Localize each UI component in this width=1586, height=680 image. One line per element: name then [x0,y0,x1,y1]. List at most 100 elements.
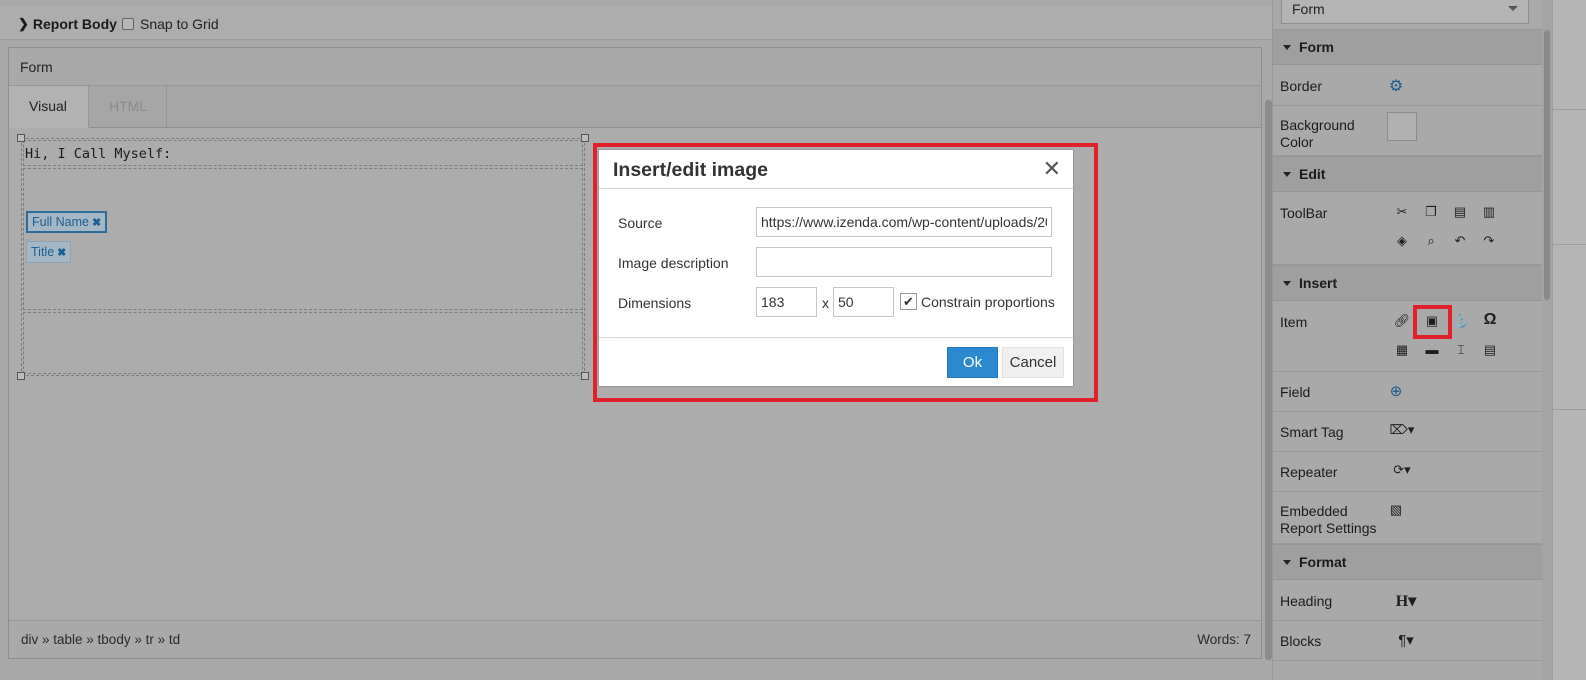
side-tab[interactable] [1553,245,1586,410]
field-chip-label: Title [31,245,55,259]
prop-label: Repeater [1280,464,1338,480]
resize-handle[interactable] [17,134,25,142]
omega-icon[interactable]: Ω [1481,311,1499,329]
element-select[interactable]: Form [1281,0,1529,24]
prop-label: Field [1280,384,1311,400]
section-insert[interactable]: Insert [1273,265,1543,301]
editor-tabs: Visual HTML [9,86,1261,128]
source-input[interactable] [756,207,1052,237]
embed-report-icon[interactable]: ▧ [1387,502,1405,518]
section-edit[interactable]: Edit [1273,156,1543,192]
constrain-proportions-label: Constrain proportions [921,293,1055,310]
section-title: Form [1299,39,1334,55]
prop-label: Heading [1280,593,1333,609]
repeat-dropdown-icon[interactable]: ⟳▾ [1387,462,1417,478]
snap-to-grid-label: Snap to Grid [140,16,219,32]
height-input[interactable] [833,287,894,317]
remove-icon[interactable]: ✖ [57,246,66,259]
image-description-input[interactable] [756,247,1052,277]
gear-icon[interactable]: ⚙ [1387,76,1405,96]
side-tab-strip [1552,0,1586,680]
collapse-triangle-icon [1283,280,1291,286]
tag-dropdown-icon[interactable]: ⌦▾ [1387,422,1417,438]
collapse-triangle-icon [1283,559,1291,565]
prop-repeater: Repeater ⟳▾ [1273,452,1543,492]
field-chip-full-name[interactable]: Full Name ✖ [26,211,108,233]
prop-label: ToolBar [1280,205,1328,221]
calendar-icon[interactable]: ▦ [1393,342,1411,358]
panel-scrollbar-thumb[interactable] [1544,30,1550,300]
horizontal-line-icon[interactable]: ▬ [1423,342,1441,357]
workspace-scrollbar[interactable] [1265,100,1272,660]
prop-heading: Heading H▾ [1273,581,1543,621]
prop-background-color: Background Color [1273,106,1543,156]
greeting-text: Hi, I Call Myself: [25,146,172,162]
heading-dropdown-icon[interactable]: H▾ [1391,591,1421,611]
scissors-icon[interactable]: ✂ [1393,204,1411,220]
copy-icon[interactable]: ❐ [1422,204,1440,220]
close-icon[interactable]: ✕ [1043,158,1061,180]
report-body-header: ❯ Report Body Snap to Grid [0,6,1272,40]
field-chip-label: Full Name [32,215,89,229]
element-select-value: Form [1292,1,1325,17]
collapse-triangle-icon [1283,44,1291,50]
editor-status-bar: div » table » tbody » tr » td Words: 7 [9,620,1261,658]
image-button-highlight-box [1413,305,1452,339]
prop-label: Blocks [1280,633,1322,649]
selected-table[interactable] [17,134,589,380]
divider [599,188,1073,189]
prop-field: Field ⊕ [1273,372,1543,412]
paragraph-dropdown-icon[interactable]: ¶▾ [1391,631,1421,649]
anchor-icon[interactable]: ⚓ [1452,313,1470,329]
editor-title: Form [9,48,1261,86]
prop-label: Smart Tag [1280,424,1344,440]
cancel-button[interactable]: Cancel [1002,347,1064,378]
section-form[interactable]: Form [1273,29,1543,65]
word-count: Words: 7 [1197,632,1251,647]
report-body-toggle[interactable]: ❯ Report Body [18,16,117,32]
ok-button[interactable]: Ok [947,347,998,378]
table-cell[interactable] [23,168,583,310]
element-path[interactable]: div » table » tbody » tr » td [21,632,180,647]
copy-formatted-icon[interactable]: ▤ [1451,204,1469,220]
collapse-triangle-icon [1283,171,1291,177]
redo-icon[interactable]: ↷ [1480,233,1498,249]
dimension-separator: x [822,295,829,311]
template-icon[interactable]: ▤ [1481,342,1499,358]
snap-to-grid-checkbox[interactable] [122,18,134,30]
undo-icon[interactable]: ↶ [1451,233,1469,249]
snap-to-grid-toggle[interactable]: Snap to Grid [122,16,219,32]
prop-label: Item [1280,314,1308,330]
side-tab[interactable] [1553,0,1586,110]
field-chip-title[interactable]: Title ✖ [26,241,72,263]
prop-label: Embedded Report Settings [1280,503,1377,536]
plus-circle-icon[interactable]: ⊕ [1387,382,1405,400]
prop-border: Border ⚙ [1273,66,1543,106]
dialog-title: Insert/edit image [613,159,768,181]
remove-icon[interactable]: ✖ [92,216,101,229]
link-icon[interactable]: 🔗︎ [1393,313,1411,329]
section-format[interactable]: Format [1273,544,1543,580]
chevron-down-icon: ❯ [18,16,29,31]
page-break-icon[interactable]: ⌶ [1452,342,1470,358]
paste-icon[interactable]: ▥ [1480,204,1498,220]
checkmark-icon[interactable]: ✔ [900,293,917,310]
section-title: Edit [1299,166,1326,182]
resize-handle[interactable] [17,372,25,380]
color-swatch[interactable] [1387,112,1417,141]
source-label: Source [618,215,663,231]
prop-embedded-report: Embedded Report Settings ▧ [1273,492,1543,544]
table-cell[interactable] [23,312,583,374]
constrain-proportions-toggle[interactable]: ✔ Constrain proportions [900,293,1055,310]
layers-icon[interactable]: ◈ [1393,233,1411,249]
prop-label: Border [1280,78,1323,94]
width-input[interactable] [756,287,817,317]
divider [599,337,1073,338]
find-icon[interactable]: ⌕ [1422,233,1440,249]
tab-html[interactable]: HTML [89,86,167,128]
side-tab[interactable] [1553,110,1586,245]
resize-handle[interactable] [581,372,589,380]
dimensions-label: Dimensions [618,295,692,311]
resize-handle[interactable] [581,134,589,142]
tab-visual[interactable]: Visual [9,86,89,128]
